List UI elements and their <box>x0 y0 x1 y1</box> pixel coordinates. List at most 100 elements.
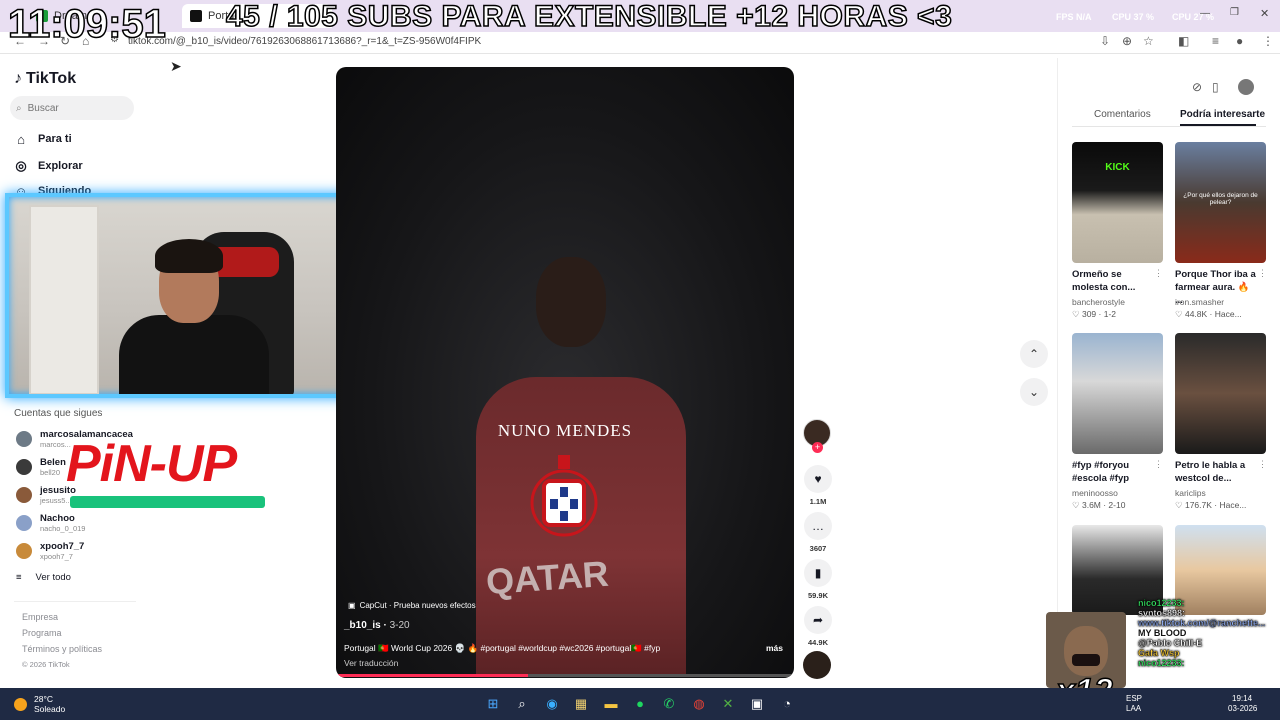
user-avatar[interactable] <box>1238 79 1254 95</box>
next-creator-avatar[interactable] <box>803 651 831 679</box>
search-box[interactable]: ⌕ <box>10 96 134 120</box>
list-icon: ≡ <box>16 572 22 583</box>
recommended-meta: ♡ 176.7K · Hace... <box>1175 500 1247 510</box>
recommended-thumbnail[interactable]: KICK <box>1072 142 1163 263</box>
recommended-title[interactable]: Ormeño se molesta con... <box>1072 268 1154 294</box>
tab-you-may-like[interactable]: Podría interesarte <box>1180 109 1265 120</box>
caption-more-button[interactable]: más <box>766 643 783 653</box>
cpu-readout: CPU 37 % <box>1112 12 1155 22</box>
search-input[interactable] <box>27 102 118 114</box>
home-icon: ⌂ <box>17 131 25 147</box>
jersey-sponsor-text: QATAR <box>484 552 610 603</box>
edge-icon[interactable]: ◉ <box>544 696 560 712</box>
input-language-variant[interactable]: LAA <box>1126 704 1141 713</box>
sponsor-logo-bar <box>70 496 265 508</box>
profile-icon[interactable]: ● <box>1236 34 1243 48</box>
recommended-meta: ♡ 3.6M · 2-10 <box>1072 500 1126 510</box>
thumbnail-logo-text: KICK <box>1105 162 1130 173</box>
following-title: Cuentas que sigues <box>14 408 103 419</box>
comment-icon: … <box>804 512 832 540</box>
spotify-icon[interactable]: ● <box>632 696 648 712</box>
thumbnail-caption-text: ¿Por qué ellos dejaron de pelear? <box>1183 192 1258 206</box>
url-text[interactable]: tiktok.com/@_b10_is/video/76192630688617… <box>128 36 481 47</box>
recommended-title[interactable]: Petro le habla a westcol de... <box>1175 459 1257 485</box>
extensions-icon[interactable]: ◧ <box>1178 34 1189 48</box>
more-options-icon[interactable]: ⋮ <box>1258 459 1267 470</box>
zoom-icon[interactable]: ⊕ <box>1122 34 1132 48</box>
avatar <box>16 459 32 475</box>
bookmark-star-icon[interactable]: ☆ <box>1143 34 1154 48</box>
more-options-icon[interactable]: ⋮ <box>1154 459 1163 470</box>
xbox-icon[interactable]: ✕ <box>720 696 736 712</box>
media-controls-icon[interactable]: ≡ <box>1212 34 1219 48</box>
heart-icon: ♥ <box>804 465 832 493</box>
recommended-thumbnail[interactable] <box>1175 333 1266 454</box>
tiktok-note-icon: ♪ <box>14 70 22 87</box>
following-item[interactable]: xpooh7_7 xpooh7_7 <box>16 539 84 563</box>
app-icon[interactable]: ▣ <box>749 696 765 712</box>
capcut-icon: ▣ <box>348 601 356 610</box>
taskbar-date[interactable]: 03-2026 <box>1228 704 1257 713</box>
following-item[interactable]: Belen bell20 <box>16 455 66 479</box>
obs-icon[interactable]: ◔ <box>779 696 795 712</box>
browser-menu-icon[interactable]: ⋮ <box>1262 34 1274 48</box>
chrome-icon[interactable]: ◍ <box>691 696 707 712</box>
sponsor-logo: PiN-UP <box>66 435 237 493</box>
capcut-effect-link[interactable]: ▣ CapCut · Prueba nuevos efectos <box>348 601 476 610</box>
search-icon: ⌕ <box>16 102 22 114</box>
chat-line: @Pablo Chill-E <box>1138 638 1203 648</box>
previous-video-button[interactable]: ⌃ <box>1020 340 1048 368</box>
more-options-icon[interactable]: ⋮ <box>1154 268 1163 279</box>
see-translation-link[interactable]: Ver traducción <box>344 658 398 668</box>
recommended-author[interactable]: kariclips <box>1175 488 1206 498</box>
see-all-following[interactable]: ≡ Ver todo <box>16 572 71 583</box>
share-action[interactable]: ➦ 44.9K <box>803 606 833 647</box>
more-options-icon[interactable]: ⋮ <box>1258 268 1267 279</box>
input-language[interactable]: ESP <box>1126 694 1142 703</box>
recommended-meta: ♡ 309 · 1-2 <box>1072 309 1117 319</box>
install-app-icon[interactable]: ⇩ <box>1100 34 1110 48</box>
video-player[interactable]: QATAR NUNO MENDES ▣ CapCut · Prueba nuevo… <box>336 67 794 678</box>
start-windows-icon[interactable]: ⊞ <box>485 696 501 712</box>
store-icon[interactable]: ▦ <box>573 696 589 712</box>
recommended-author[interactable]: iron.smasher <box>1175 297 1224 307</box>
maximize-icon[interactable]: ❐ <box>1230 7 1239 18</box>
footer-copyright: © 2026 TikTok <box>22 660 70 669</box>
search-icon[interactable]: ⌕ <box>514 696 530 712</box>
streamer-webcam <box>5 193 367 398</box>
tiktok-logo[interactable]: ♪ TikTok <box>14 70 76 88</box>
recommended-meta: ♡ 44.8K · Hace... <box>1175 309 1242 319</box>
chat-line: Gafa Wsp <box>1138 648 1180 658</box>
footer-link-company[interactable]: Empresa <box>22 612 58 622</box>
next-video-button[interactable]: ⌄ <box>1020 378 1048 406</box>
whatsapp-icon[interactable]: ✆ <box>661 696 677 712</box>
footer-link-program[interactable]: Programa <box>22 628 62 638</box>
like-action[interactable]: ♥ 1.1M <box>803 465 833 506</box>
sun-icon[interactable] <box>14 698 27 711</box>
tab-comments[interactable]: Comentarios <box>1094 109 1151 120</box>
recommended-author[interactable]: meninoosso <box>1072 488 1118 498</box>
save-action[interactable]: ▮ 59.9K <box>803 559 833 600</box>
nav-for-you[interactable]: ⌂ Para ti <box>14 128 72 150</box>
weather-condition[interactable]: Soleado <box>34 704 65 714</box>
close-icon[interactable]: ✕ <box>1260 7 1269 20</box>
file-explorer-icon[interactable]: ▬ <box>603 696 619 712</box>
recommended-thumbnail[interactable] <box>1072 333 1163 454</box>
following-item[interactable]: Nachoo nacho_0_019 <box>16 511 85 535</box>
video-author[interactable]: _b10_is · 3-20 <box>344 620 410 631</box>
follow-plus-icon[interactable]: + <box>812 442 823 453</box>
avatar <box>16 431 32 447</box>
footer-link-terms[interactable]: Términos y políticas <box>22 644 102 654</box>
compass-icon[interactable]: ⊘ <box>1192 80 1202 94</box>
recommended-author[interactable]: bancherostyle <box>1072 297 1125 307</box>
recommended-thumbnail[interactable]: ¿Por qué ellos dejaron de pelear? <box>1175 142 1266 263</box>
weather-temperature[interactable]: 28°C <box>34 694 53 704</box>
chat-line: www.tiktok.com/@ranchette... <box>1138 618 1266 628</box>
comment-action[interactable]: … 3607 <box>803 512 833 553</box>
taskbar-time[interactable]: 19:14 <box>1232 694 1252 703</box>
recommended-title[interactable]: #fyp #foryou #escola #fyp <box>1072 459 1154 485</box>
avatar <box>16 515 32 531</box>
phone-icon[interactable]: ▯ <box>1212 80 1219 94</box>
nav-explore[interactable]: ◎ Explorar <box>14 155 82 177</box>
minimize-icon[interactable]: — <box>1200 8 1210 19</box>
